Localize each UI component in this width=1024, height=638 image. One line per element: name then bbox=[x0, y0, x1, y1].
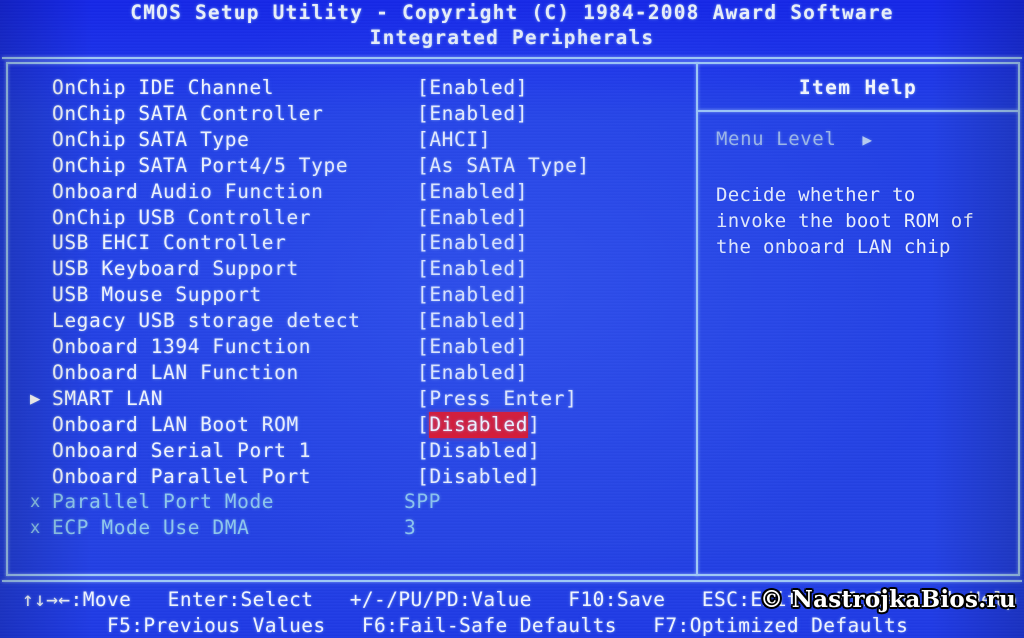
setting-value[interactable]: [Enabled] bbox=[417, 283, 528, 306]
setting-row[interactable]: OnChip SATA Type [AHCI] bbox=[0, 128, 690, 154]
setting-row[interactable]: OnChip USB Controller [Enabled] bbox=[0, 206, 690, 232]
frame-bottom-border bbox=[2, 580, 1022, 582]
setting-row[interactable]: OnChip IDE Channel [Enabled] bbox=[0, 76, 690, 102]
setting-value[interactable]: [Enabled] bbox=[417, 76, 528, 99]
setting-row[interactable]: Onboard Audio Function [Enabled] bbox=[0, 180, 690, 206]
item-help-description: Decide whether to invoke the boot ROM of t… bbox=[716, 182, 1016, 260]
setting-row[interactable]: Onboard 1394 Function [Enabled] bbox=[0, 335, 690, 361]
setting-label: OnChip SATA Type bbox=[52, 127, 250, 151]
setting-label: ECP Mode Use DMA bbox=[52, 516, 250, 540]
locked-item-icon: x bbox=[30, 492, 41, 513]
setting-row[interactable]: x Parallel Port Mode SPP bbox=[0, 490, 690, 516]
setting-label: OnChip USB Controller bbox=[52, 205, 312, 229]
menu-level-arrow-icon: ▶ bbox=[862, 130, 873, 149]
setting-row[interactable]: x ECP Mode Use DMA 3 bbox=[0, 516, 690, 542]
setting-label: Onboard LAN Boot ROM bbox=[52, 412, 299, 436]
setting-value[interactable]: [Enabled] bbox=[417, 361, 528, 384]
setting-value[interactable]: [Enabled] bbox=[417, 309, 528, 332]
setting-row[interactable]: Onboard Parallel Port [Disabled] bbox=[0, 465, 690, 491]
locked-item-icon: x bbox=[30, 518, 41, 539]
setting-row[interactable]: OnChip SATA Controller [Enabled] bbox=[0, 102, 690, 128]
setting-label: Onboard Audio Function bbox=[52, 179, 324, 203]
setting-label: Parallel Port Mode bbox=[52, 490, 275, 514]
setting-value[interactable]: [Disabled] bbox=[417, 465, 540, 488]
menu-level-label: Menu Level bbox=[716, 128, 837, 150]
settings-list: OnChip IDE Channel [Enabled] OnChip SATA C… bbox=[0, 0, 696, 576]
setting-value[interactable]: [Enabled] bbox=[417, 102, 528, 125]
setting-row[interactable]: Legacy USB storage detect [Enabled] bbox=[0, 309, 690, 335]
setting-value[interactable]: [Enabled] bbox=[417, 180, 528, 203]
setting-value[interactable]: [AHCI] bbox=[417, 128, 491, 151]
setting-value[interactable]: [As SATA Type] bbox=[417, 154, 590, 177]
setting-value[interactable]: [Disabled] bbox=[417, 439, 540, 462]
site-watermark: © NastrojkaBios.ru bbox=[760, 586, 1016, 613]
setting-row[interactable]: USB Keyboard Support [Enabled] bbox=[0, 257, 690, 283]
setting-label: OnChip SATA Controller bbox=[52, 101, 324, 125]
setting-value[interactable]: [Press Enter] bbox=[417, 387, 577, 410]
setting-row[interactable]: Onboard LAN Boot ROM [Disabled] bbox=[0, 411, 690, 439]
bios-setup-screen: CMOS Setup Utility - Copyright (C) 1984-… bbox=[0, 0, 1024, 638]
panel-divider bbox=[696, 62, 698, 576]
submenu-arrow-icon: ▶ bbox=[30, 388, 41, 409]
item-help-line: the onboard LAN chip bbox=[716, 236, 951, 258]
menu-level-row: Menu Level ▶ bbox=[716, 128, 873, 150]
setting-row[interactable]: Onboard LAN Function [Enabled] bbox=[0, 361, 690, 387]
setting-row[interactable]: OnChip SATA Port4/5 Type [As SATA Type] bbox=[0, 154, 690, 180]
setting-value[interactable]: [Enabled] bbox=[417, 335, 528, 358]
setting-value[interactable]: [Disabled] bbox=[417, 411, 540, 438]
item-help-title: Item Help bbox=[798, 76, 918, 99]
setting-label: USB Keyboard Support bbox=[52, 257, 299, 281]
setting-row[interactable]: USB Mouse Support [Enabled] bbox=[0, 283, 690, 309]
item-help-line: Decide whether to bbox=[716, 184, 916, 206]
setting-label: Onboard Parallel Port bbox=[52, 464, 312, 488]
setting-label: Legacy USB storage detect bbox=[52, 309, 361, 333]
setting-value[interactable]: 3 bbox=[404, 516, 416, 539]
setting-label: SMART LAN bbox=[52, 386, 164, 410]
setting-label: Onboard 1394 Function bbox=[52, 335, 312, 358]
setting-row[interactable]: USB EHCI Controller [Enabled] bbox=[0, 231, 690, 257]
setting-label: OnChip IDE Channel bbox=[52, 76, 275, 99]
setting-row[interactable]: ▶ SMART LAN [Press Enter] bbox=[0, 387, 690, 413]
setting-value[interactable]: [Enabled] bbox=[417, 257, 528, 280]
key-legend-line-2: F5:Previous Values F6:Fail-Safe Defaults… bbox=[22, 614, 909, 637]
item-help-divider bbox=[698, 110, 1019, 112]
selected-value-highlight: Disabled bbox=[429, 411, 529, 438]
setting-label: USB Mouse Support bbox=[52, 283, 262, 307]
item-help-line: invoke the boot ROM of bbox=[716, 210, 975, 232]
setting-label: OnChip SATA Port4/5 Type bbox=[52, 153, 349, 177]
setting-value[interactable]: [Enabled] bbox=[417, 231, 528, 254]
setting-value[interactable]: SPP bbox=[404, 490, 441, 513]
setting-row[interactable]: Onboard Serial Port 1 [Disabled] bbox=[0, 439, 690, 465]
setting-label: USB EHCI Controller bbox=[52, 231, 287, 255]
setting-label: Onboard Serial Port 1 bbox=[52, 438, 312, 462]
setting-label: Onboard LAN Function bbox=[52, 360, 299, 384]
frame-right-border bbox=[1018, 62, 1020, 576]
setting-value[interactable]: [Enabled] bbox=[417, 206, 528, 229]
